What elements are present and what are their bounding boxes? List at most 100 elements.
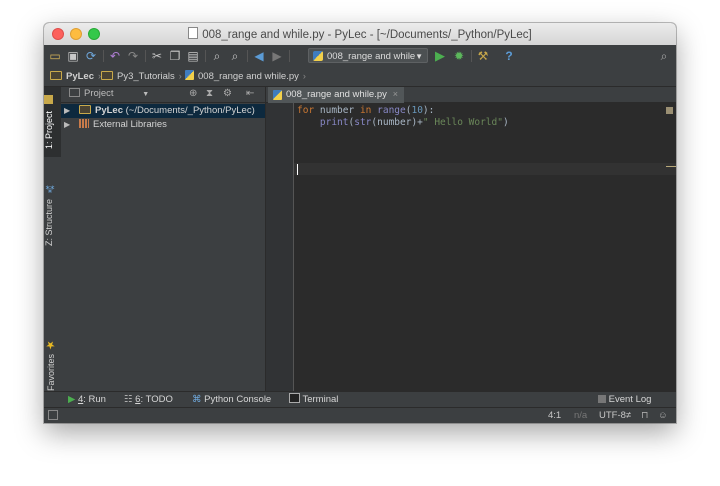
- error-stripe-marker[interactable]: [666, 166, 676, 167]
- breadcrumb-item-pylec[interactable]: PyLec ›: [50, 69, 101, 84]
- chevron-right-icon: ›: [302, 71, 306, 81]
- inspection-status-icon[interactable]: [666, 107, 673, 114]
- scope-icon[interactable]: ⊕: [189, 88, 197, 99]
- status-bar: 4:1 n/a UTF-8≠ ⊓ ☺: [44, 407, 676, 423]
- tool-tab-todo[interactable]: ☷ 6: TODO: [124, 393, 173, 407]
- breadcrumb-label: 008_range and while.py: [198, 71, 299, 82]
- project-view-select[interactable]: Project ▼: [69, 88, 149, 99]
- line-separator-status[interactable]: n/a: [574, 410, 587, 422]
- breadcrumb-item-file[interactable]: 008_range and while.py ›: [185, 69, 306, 84]
- python-file-icon: [273, 90, 282, 100]
- inspector-icon[interactable]: ☺: [658, 410, 668, 422]
- paste-icon[interactable]: ▤: [186, 49, 200, 63]
- window-title-text: 008_range and while.py - PyLec - [~/Docu…: [202, 29, 532, 41]
- tab-structure-label: Z: Structure: [44, 199, 54, 247]
- toolbar-separator: [205, 50, 206, 62]
- tool-tab-terminal-label: Terminal: [302, 394, 339, 405]
- close-tab-icon[interactable]: ×: [393, 87, 398, 102]
- expand-arrow-icon[interactable]: ▶: [64, 104, 70, 118]
- cut-icon[interactable]: ✂: [150, 49, 164, 63]
- folder-icon: [101, 71, 113, 80]
- tree-item-name: PyLec: [95, 105, 123, 116]
- window-title: 008_range and while.py - PyLec - [~/Docu…: [44, 27, 676, 41]
- folder-icon: [79, 105, 91, 114]
- find-icon[interactable]: ⌕: [210, 49, 224, 63]
- chevron-down-icon: ▼: [415, 52, 423, 61]
- event-log-icon: [598, 395, 606, 403]
- code-token: (number)+: [371, 117, 423, 128]
- editor-area: 008_range and while.py × for number in r…: [266, 87, 676, 391]
- tree-item-pylec[interactable]: ▶ PyLec (~/Documents/_Python/PyLec): [61, 104, 265, 118]
- open-folder-icon[interactable]: ▭: [48, 49, 62, 63]
- code-token: 10: [411, 105, 423, 116]
- tool-tab-python-console[interactable]: ⌘ Python Console: [192, 393, 271, 407]
- toolbar-separator: [145, 50, 146, 62]
- run-configuration-label: 008_range and while: [327, 51, 416, 62]
- debug-icon[interactable]: ✹: [452, 49, 466, 63]
- tool-tab-event-log[interactable]: Event Log: [598, 393, 651, 407]
- back-icon[interactable]: ◀: [252, 49, 266, 63]
- run-icon[interactable]: ▶: [433, 49, 447, 63]
- run-icon: ▶: [68, 394, 76, 405]
- gear-icon[interactable]: ⚙: [223, 88, 232, 99]
- tool-tab-terminal[interactable]: Terminal: [289, 393, 338, 407]
- replace-icon[interactable]: ⌕: [228, 49, 242, 63]
- hide-icon[interactable]: ⇤: [246, 88, 254, 99]
- breadcrumb: PyLec › Py3_Tutorials › 008_range and whil…: [44, 67, 676, 87]
- tab-structure[interactable]: Z: Structure ⁂: [44, 179, 61, 251]
- project-panel-header: Project ▼ ⊕ ⧗ ⚙ ⇤: [61, 87, 265, 103]
- code-token: range: [377, 105, 406, 116]
- code-token: ):: [422, 105, 435, 116]
- run-configuration-select[interactable]: 008_range and while ▼: [308, 48, 428, 63]
- code-token: in: [359, 105, 372, 116]
- main-toolbar: ▭ ▣ ⟳ ↶ ↷ ✂ ❐ ▤ ⌕ ⌕ ◀ ▶ 008_range and wh…: [44, 45, 676, 68]
- tool-tab-run[interactable]: ▶ 4: Run: [68, 393, 106, 407]
- breadcrumb-label: Py3_Tutorials: [117, 71, 175, 82]
- vcs-icon[interactable]: ⚒: [476, 49, 490, 63]
- tool-windows-toggle-icon[interactable]: [48, 410, 58, 420]
- folder-icon: [44, 95, 54, 105]
- collapse-icon[interactable]: ⧗: [206, 88, 213, 99]
- tree-item-external-libraries[interactable]: ▶ External Libraries: [61, 118, 265, 132]
- expand-arrow-icon[interactable]: ▶: [64, 118, 70, 132]
- code-token: str: [354, 117, 372, 128]
- todo-icon: ☷: [124, 394, 133, 405]
- breadcrumb-item-tutorials[interactable]: Py3_Tutorials ›: [101, 69, 182, 84]
- document-icon: [188, 27, 199, 39]
- toolbar-separator: [289, 50, 290, 62]
- copy-icon[interactable]: ❐: [168, 49, 182, 63]
- tab-project[interactable]: 1: Project: [44, 87, 61, 157]
- search-everywhere-icon[interactable]: ⌕: [657, 49, 671, 63]
- folder-icon: [69, 88, 80, 97]
- chevron-right-icon: ›: [178, 71, 182, 81]
- code-token: print: [319, 117, 349, 128]
- tree-item-path: (~/Documents/_Python/PyLec): [123, 105, 255, 116]
- python-icon: ⌘: [192, 394, 202, 405]
- forward-icon[interactable]: ▶: [270, 49, 284, 63]
- code-token: ): [502, 117, 509, 128]
- project-view-label: Project: [84, 88, 114, 99]
- title-bar: 008_range and while.py - PyLec - [~/Docu…: [44, 23, 676, 46]
- toolbar-separator: [247, 50, 248, 62]
- tool-tab-event-log-label: Event Log: [608, 394, 652, 405]
- help-icon[interactable]: ?: [502, 49, 516, 63]
- code-token: " Hello World": [422, 117, 503, 128]
- caret-position[interactable]: 4:1: [548, 410, 561, 422]
- lock-icon[interactable]: ⊓: [641, 410, 648, 422]
- current-line-highlight: [294, 163, 676, 175]
- text-caret: [297, 164, 298, 175]
- tool-tab-todo-label: : TODO: [140, 394, 173, 405]
- code-editor[interactable]: for number in range(10): print(str(numbe…: [297, 105, 509, 129]
- editor-tab-file[interactable]: 008_range and while.py ×: [268, 87, 404, 103]
- save-icon[interactable]: ▣: [66, 49, 80, 63]
- chevron-down-icon: ▼: [142, 91, 150, 98]
- file-encoding[interactable]: UTF-8≠: [599, 410, 631, 422]
- ide-window: 008_range and while.py - PyLec - [~/Docu…: [44, 23, 676, 423]
- left-tool-window-bar: 1: Project Z: Structure ⁂ 2: Favorites ★: [44, 87, 62, 401]
- folder-icon: [50, 71, 62, 80]
- undo-icon[interactable]: ↶: [108, 49, 122, 63]
- structure-icon: ⁂: [44, 182, 54, 193]
- redo-icon[interactable]: ↷: [126, 49, 140, 63]
- code-token: number: [314, 105, 360, 116]
- sync-icon[interactable]: ⟳: [84, 49, 98, 63]
